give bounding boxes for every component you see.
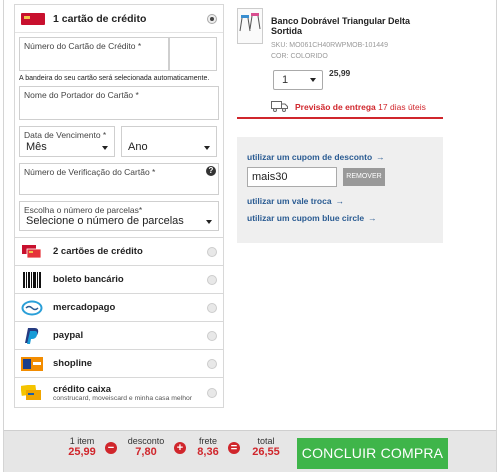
remove-coupon-button[interactable]: REMOVER	[343, 168, 385, 186]
method-sublabel: construcard, moveiscard e minha casa mel…	[53, 394, 193, 402]
cart-product: Banco Dobrável Triangular Delta Sortida …	[237, 4, 443, 119]
method-radio[interactable]	[207, 387, 217, 398]
method-label: paypal	[53, 330, 84, 341]
minus-icon: −	[105, 442, 117, 454]
expiry-year-value: Ano	[128, 141, 148, 153]
coupon-panel: utilizar um cupom de desconto → mais30 RE…	[237, 137, 443, 243]
chevron-down-icon	[102, 146, 108, 150]
method-two-cards[interactable]: 2 cartões de crédito	[14, 238, 224, 266]
delivery-days: 17 dias úteis	[378, 102, 426, 112]
card-holder-label: Nome do Portador do Cartão *	[24, 90, 139, 100]
order-summary-bar: 1 item 25,99 − desconto 7,80 + frete 8,3…	[4, 430, 496, 472]
summary-shipping: frete 8,36	[192, 436, 224, 458]
summary-items-value: 25,99	[68, 446, 96, 458]
expiry-label: Data de Vencimento *	[24, 130, 107, 140]
summary-total-label: total	[257, 436, 275, 446]
summary-items-label: 1 item	[69, 436, 95, 446]
card-flag-field	[169, 37, 217, 71]
expiry-month-value: Mês	[26, 141, 47, 153]
method-radio[interactable]	[207, 246, 217, 257]
method-shopline[interactable]: shopline	[14, 350, 224, 378]
product-color: COR: COLORIDO	[271, 53, 328, 60]
method-label: 2 cartões de crédito	[53, 246, 143, 257]
installments-label: Escolha o número de parcelas*	[24, 205, 143, 215]
installments-value: Selecione o número de parcelas	[26, 215, 184, 227]
credit-card-icon	[21, 12, 45, 25]
summary-total-value: 26,55	[252, 446, 280, 458]
use-coupon-link[interactable]: utilizar um cupom de desconto →	[247, 152, 385, 162]
cvv-label: Número de Verificação do Cartão *	[24, 167, 156, 177]
chevron-down-icon	[204, 146, 210, 150]
quantity-value: 1	[282, 74, 289, 86]
two-cards-icon	[21, 244, 43, 260]
summary-total: total 26,55	[248, 436, 284, 458]
expiry-year-select[interactable]: Ano	[121, 126, 217, 157]
expiry-row: Data de Vencimento * Mês Ano	[19, 126, 219, 157]
barcode-icon	[21, 271, 43, 288]
method-radio[interactable]	[207, 330, 217, 341]
payment-column: 1 cartão de crédito Número do Cartão de …	[14, 4, 224, 408]
method-label: mercadopago	[53, 302, 116, 313]
cvv-field[interactable]: Número de Verificação do Cartão * ?	[19, 163, 219, 195]
product-sku: SKU: MO061CH40RWPMOB-101449	[271, 42, 388, 49]
credit-card-title: 1 cartão de crédito	[53, 12, 147, 25]
method-radio[interactable]	[207, 302, 217, 313]
card-number-field[interactable]: Número do Cartão de Crédito *	[19, 37, 169, 71]
delivery-estimate: Previsão de entrega 17 dias úteis	[295, 102, 426, 112]
method-caixa-text: crédito caixa construcard, moveiscard e …	[53, 384, 207, 402]
use-voucher-label: utilizar um vale troca	[247, 196, 332, 206]
method-label: crédito caixa	[53, 383, 112, 395]
arrow-right-icon: →	[368, 213, 377, 223]
method-mercadopago[interactable]: mercadopago	[14, 294, 224, 322]
arrow-right-icon: →	[376, 152, 385, 162]
method-radio[interactable]	[207, 358, 217, 369]
card-number-row: Número do Cartão de Crédito *	[19, 37, 219, 71]
coupon-code-input[interactable]: mais30	[247, 167, 337, 187]
summary-discount-label: desconto	[127, 436, 165, 446]
summary-shipping-value: 8,36	[197, 446, 219, 458]
credit-card-panel: 1 cartão de crédito Número do Cartão de …	[14, 4, 224, 238]
help-icon[interactable]: ?	[206, 166, 216, 176]
quantity-select[interactable]: 1	[273, 70, 323, 90]
arrow-right-icon: →	[335, 196, 345, 206]
credit-card-radio[interactable]	[207, 13, 217, 24]
use-coupon-label: utilizar um cupom de desconto	[247, 152, 373, 162]
blue-circle-label: utilizar um cupom blue circle	[247, 213, 365, 223]
shopline-icon	[21, 356, 43, 372]
caixa-card-icon	[21, 384, 43, 401]
card-holder-field[interactable]: Nome do Portador do Cartão *	[19, 86, 219, 120]
method-label: shopline	[53, 358, 93, 369]
summary-items: 1 item 25,99	[64, 436, 100, 458]
summary-discount-value: 7,80	[135, 446, 157, 458]
credit-card-option[interactable]: 1 cartão de crédito	[15, 5, 223, 33]
installments-select[interactable]: Escolha o número de parcelas* Selecione …	[19, 201, 219, 231]
product-title[interactable]: Banco Dobrável Triangular Delta Sortida	[271, 16, 443, 36]
plus-icon: +	[174, 442, 186, 454]
method-radio[interactable]	[207, 274, 217, 285]
chevron-down-icon	[310, 78, 316, 82]
credit-card-form: Número do Cartão de Crédito * A bandeira…	[15, 33, 223, 237]
method-credito-caixa[interactable]: crédito caixa construcard, moveiscard e …	[14, 378, 224, 408]
delivery-label: Previsão de entrega	[295, 102, 376, 112]
card-flag-hint: A bandeira do seu cartão será selecionad…	[19, 75, 210, 82]
method-paypal[interactable]: paypal	[14, 322, 224, 350]
card-number-label: Número do Cartão de Crédito *	[24, 41, 142, 51]
checkout-button[interactable]: CONCLUIR COMPRA	[297, 438, 448, 469]
equals-icon: =	[228, 442, 240, 454]
chevron-down-icon	[206, 220, 212, 224]
method-boleto[interactable]: boleto bancário	[14, 266, 224, 294]
summary-shipping-label: frete	[198, 436, 217, 446]
use-voucher-link[interactable]: utilizar um vale troca →	[247, 196, 344, 206]
truck-icon	[271, 100, 289, 112]
method-label: boleto bancário	[53, 274, 124, 285]
blue-circle-link[interactable]: utilizar um cupom blue circle →	[247, 213, 377, 223]
mercadopago-icon	[21, 300, 43, 316]
summary-discount: desconto 7,80	[124, 436, 168, 458]
product-price: 25,99	[329, 68, 351, 78]
expiry-month-select[interactable]: Data de Vencimento * Mês	[19, 126, 115, 157]
paypal-icon	[21, 327, 43, 344]
product-thumbnail[interactable]	[237, 8, 263, 44]
